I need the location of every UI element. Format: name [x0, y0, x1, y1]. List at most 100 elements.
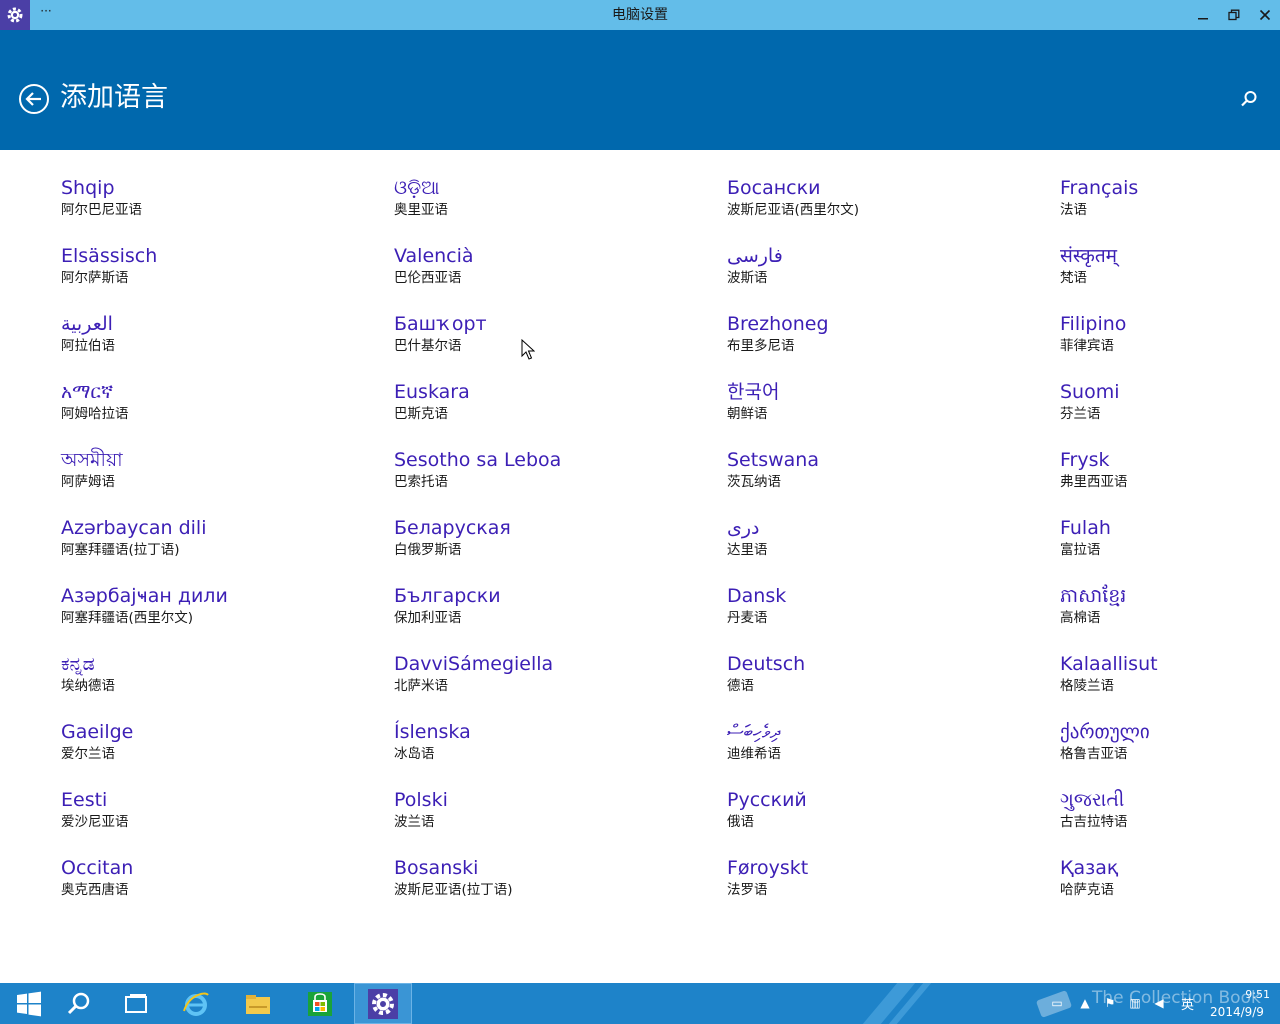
back-button[interactable] — [18, 83, 50, 115]
language-native-name[interactable]: Valencià — [394, 244, 714, 268]
language-item[interactable]: Bosanski 波斯尼亚语(拉丁语) — [394, 856, 714, 924]
language-item[interactable]: Azərbaycan dili 阿塞拜疆语(拉丁语) — [61, 516, 381, 584]
language-item[interactable]: ಕನ್ನಡ 埃纳德语 — [61, 652, 381, 720]
language-native-name[interactable]: Elsässisch — [61, 244, 381, 268]
language-native-name[interactable]: Føroyskt — [727, 856, 1047, 880]
language-item[interactable]: Føroyskt 法罗语 — [727, 856, 1047, 924]
language-item[interactable]: 한국어 朝鲜语 — [727, 380, 1047, 448]
language-item[interactable]: Български 保加利亚语 — [394, 584, 714, 652]
language-native-name[interactable]: Dansk — [727, 584, 1047, 608]
language-item[interactable]: Frysk 弗里西亚语 — [1060, 448, 1280, 516]
language-item[interactable]: درى 达里语 — [727, 516, 1047, 584]
language-native-name[interactable]: Азәрбајҹан дили — [61, 584, 381, 608]
language-native-name[interactable]: فارسى — [727, 244, 1047, 268]
language-item[interactable]: ქართული 格鲁吉亚语 — [1060, 720, 1280, 788]
action-center-icon[interactable]: ▭ — [1050, 996, 1064, 1010]
language-native-name[interactable]: Deutsch — [727, 652, 1047, 676]
language-native-name[interactable]: Башҡорт — [394, 312, 714, 336]
language-item[interactable]: Fulah 富拉语 — [1060, 516, 1280, 584]
language-native-name[interactable]: Русский — [727, 788, 1047, 812]
language-item[interactable]: Қазақ 哈萨克语 — [1060, 856, 1280, 924]
language-item[interactable]: ދިވެހިބަސް 迪维希语 — [727, 720, 1047, 788]
language-native-name[interactable]: Fulah — [1060, 516, 1280, 540]
language-native-name[interactable]: Filipino — [1060, 312, 1280, 336]
language-item[interactable]: Setswana 茨瓦纳语 — [727, 448, 1047, 516]
language-native-name[interactable]: Polski — [394, 788, 714, 812]
search-button[interactable] — [1240, 90, 1260, 110]
language-native-name[interactable]: Беларуская — [394, 516, 714, 540]
close-button[interactable] — [1250, 0, 1280, 30]
language-item[interactable]: Deutsch 德语 — [727, 652, 1047, 720]
language-native-name[interactable]: Български — [394, 584, 714, 608]
language-item[interactable]: ଓଡ଼ିଆ 奥里亚语 — [394, 176, 714, 244]
language-native-name[interactable]: Brezhoneg — [727, 312, 1047, 336]
language-item[interactable]: Filipino 菲律宾语 — [1060, 312, 1280, 380]
language-native-name[interactable]: Қазақ — [1060, 856, 1280, 880]
language-item[interactable]: فارسى 波斯语 — [727, 244, 1047, 312]
language-item[interactable]: Íslenska 冰岛语 — [394, 720, 714, 788]
language-item[interactable]: Euskara 巴斯克语 — [394, 380, 714, 448]
pc-settings-taskbar-button[interactable] — [354, 983, 412, 1024]
language-native-name[interactable]: ગુજરાતી — [1060, 788, 1280, 812]
language-native-name[interactable]: العربية — [61, 312, 381, 336]
minimize-button[interactable] — [1188, 0, 1218, 30]
language-native-name[interactable]: Sesotho sa Leboa — [394, 448, 714, 472]
language-native-name[interactable]: Босански — [727, 176, 1047, 200]
show-hidden-icons-icon[interactable]: ▲ — [1078, 996, 1092, 1010]
language-native-name[interactable]: Íslenska — [394, 720, 714, 744]
language-native-name[interactable]: Euskara — [394, 380, 714, 404]
store-button[interactable] — [291, 983, 349, 1024]
language-native-name[interactable]: ភាសាខ្មែរ — [1060, 584, 1280, 608]
language-item[interactable]: Gaeilge 爱尔兰语 — [61, 720, 381, 788]
language-item[interactable]: Босански 波斯尼亚语(西里尔文) — [727, 176, 1047, 244]
language-item[interactable]: Elsässisch 阿尔萨斯语 — [61, 244, 381, 312]
language-native-name[interactable]: DavviSámegiella — [394, 652, 714, 676]
input-method-indicator[interactable]: 英 — [1181, 994, 1194, 1013]
language-item[interactable]: العربية 阿拉伯语 — [61, 312, 381, 380]
language-item[interactable]: অসমীয়া 阿萨姆语 — [61, 448, 381, 516]
search-taskbar-button[interactable] — [50, 983, 108, 1024]
language-native-name[interactable]: ಕನ್ನಡ — [61, 652, 381, 676]
restore-button[interactable] — [1219, 0, 1249, 30]
language-item[interactable]: Kalaallisut 格陵兰语 — [1060, 652, 1280, 720]
language-item[interactable]: DavviSámegiella 北萨米语 — [394, 652, 714, 720]
language-item[interactable]: Русский 俄语 — [727, 788, 1047, 856]
language-native-name[interactable]: ދިވެހިބަސް — [727, 720, 1047, 744]
language-item[interactable]: ગુજરાતી 古吉拉特语 — [1060, 788, 1280, 856]
file-explorer-button[interactable] — [229, 983, 287, 1024]
language-item[interactable]: Brezhoneg 布里多尼语 — [727, 312, 1047, 380]
language-native-name[interactable]: Kalaallisut — [1060, 652, 1280, 676]
language-item[interactable]: Shqip 阿尔巴尼亚语 — [61, 176, 381, 244]
language-item[interactable]: Valencià 巴伦西亚语 — [394, 244, 714, 312]
language-native-name[interactable]: Bosanski — [394, 856, 714, 880]
language-native-name[interactable]: Setswana — [727, 448, 1047, 472]
language-native-name[interactable]: Suomi — [1060, 380, 1280, 404]
volume-icon[interactable]: ◀ — [1152, 996, 1166, 1010]
language-native-name[interactable]: Azərbaycan dili — [61, 516, 381, 540]
language-native-name[interactable]: 한국어 — [727, 380, 1047, 404]
language-native-name[interactable]: Eesti — [61, 788, 381, 812]
language-native-name[interactable]: አማርኛ — [61, 380, 381, 404]
language-item[interactable]: संस्कृतम् 梵语 — [1060, 244, 1280, 312]
language-item[interactable]: Азәрбајҹан дили 阿塞拜疆语(西里尔文) — [61, 584, 381, 652]
language-item[interactable]: Sesotho sa Leboa 巴索托语 — [394, 448, 714, 516]
language-item[interactable]: Башҡорт 巴什基尔语 — [394, 312, 714, 380]
language-native-name[interactable]: Frysk — [1060, 448, 1280, 472]
language-item[interactable]: Беларуская 白俄罗斯语 — [394, 516, 714, 584]
flag-icon[interactable]: ⚑ — [1103, 996, 1117, 1010]
language-item[interactable]: Polski 波兰语 — [394, 788, 714, 856]
language-native-name[interactable]: ଓଡ଼ିଆ — [394, 176, 714, 200]
language-native-name[interactable]: Gaeilge — [61, 720, 381, 744]
language-native-name[interactable]: संस्कृतम् — [1060, 244, 1280, 268]
language-item[interactable]: Suomi 芬兰语 — [1060, 380, 1280, 448]
language-item[interactable]: ភាសាខ្មែរ 高棉语 — [1060, 584, 1280, 652]
language-item[interactable]: Eesti 爱沙尼亚语 — [61, 788, 381, 856]
language-item[interactable]: Occitan 奥克西唐语 — [61, 856, 381, 924]
app-menu-button[interactable]: ··· — [38, 4, 54, 20]
language-item[interactable]: አማርኛ 阿姆哈拉语 — [61, 380, 381, 448]
language-native-name[interactable]: Français — [1060, 176, 1280, 200]
language-native-name[interactable]: অসমীয়া — [61, 448, 381, 472]
network-icon[interactable]: ▥ — [1128, 996, 1142, 1010]
settings-app-icon[interactable] — [0, 0, 30, 30]
language-native-name[interactable]: Occitan — [61, 856, 381, 880]
